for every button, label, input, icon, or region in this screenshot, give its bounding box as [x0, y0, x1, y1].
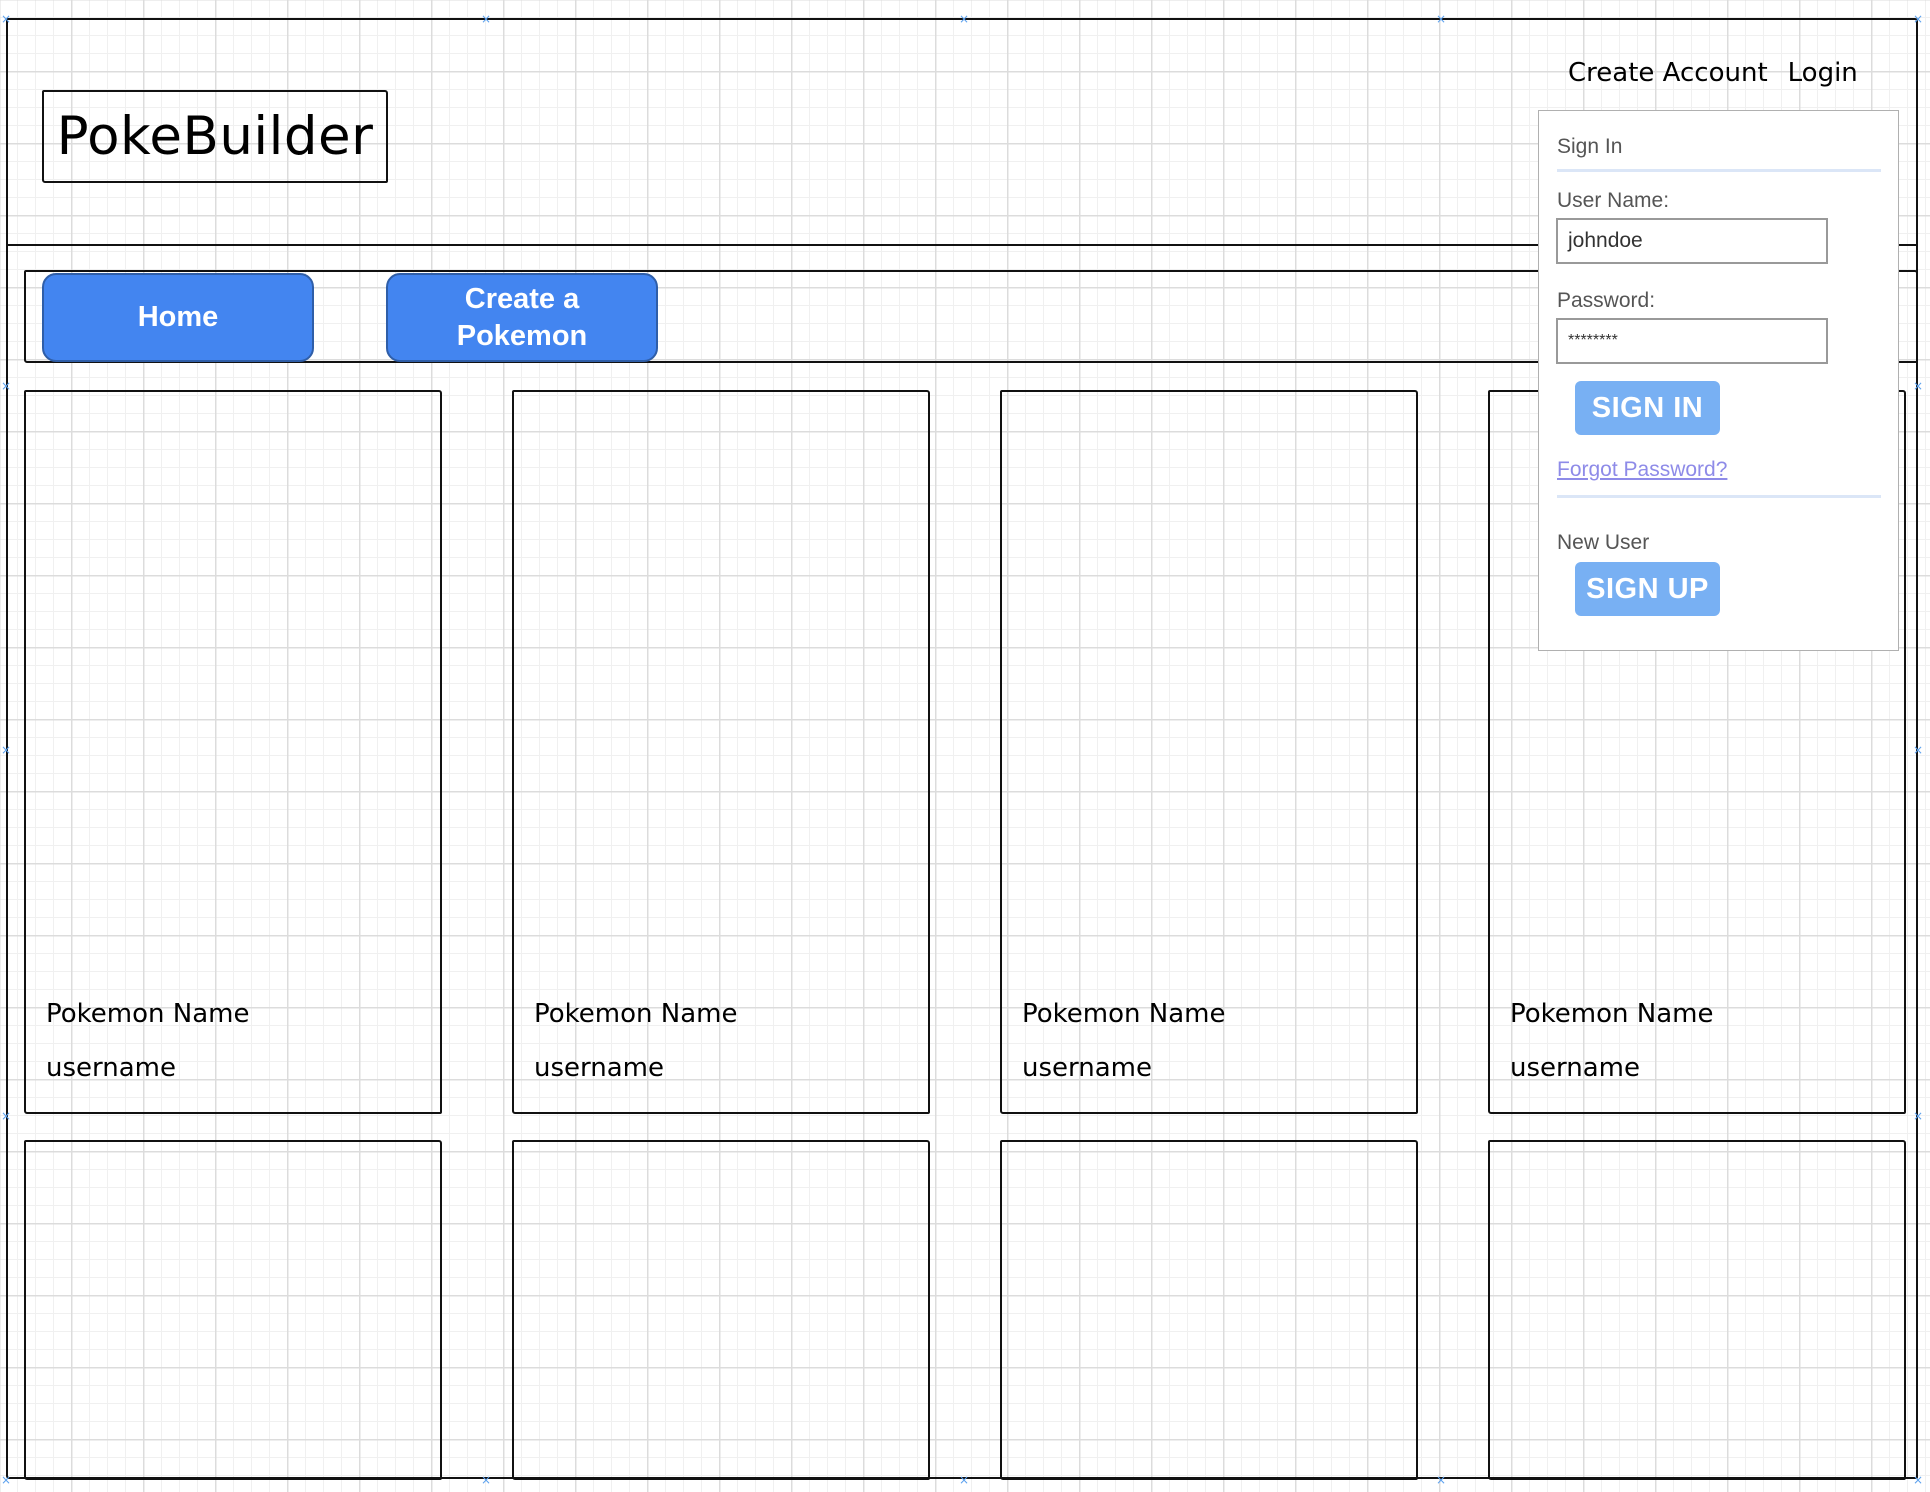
login-link[interactable]: Login	[1788, 58, 1858, 88]
anchor-marker: ×	[1, 1473, 12, 1487]
pokemon-name: Pokemon Name	[1022, 999, 1226, 1029]
pokemon-card[interactable]	[512, 1140, 930, 1480]
anchor-marker: ×	[959, 12, 970, 26]
anchor-marker: ×	[1, 743, 12, 757]
pokemon-card[interactable]	[1000, 1140, 1418, 1480]
sign-in-button-label: SIGN IN	[1591, 391, 1704, 424]
create-account-link[interactable]: Create Account	[1568, 58, 1768, 88]
username-label: User Name:	[1557, 189, 1670, 212]
pokemon-card[interactable]	[1488, 1140, 1906, 1480]
password-value: ********	[1568, 332, 1618, 349]
pokemon-card[interactable]	[24, 1140, 442, 1480]
pokemon-name: Pokemon Name	[1510, 999, 1714, 1029]
anchor-marker: ×	[1913, 379, 1924, 393]
pokemon-username: username	[1510, 1053, 1640, 1083]
password-label: Password:	[1557, 289, 1656, 312]
anchor-marker: ×	[1, 1109, 12, 1123]
logo-box[interactable]: PokeBuilder	[42, 90, 388, 183]
create-pokemon-button[interactable]: Create a Pokemon	[386, 273, 658, 362]
anchor-marker: ×	[1913, 12, 1924, 26]
signin-title: Sign In	[1557, 135, 1623, 158]
logo-text: PokeBuilder	[56, 106, 374, 167]
username-value: johndoe	[1568, 229, 1643, 252]
signin-title-divider	[1557, 169, 1881, 172]
sign-up-button[interactable]: SIGN UP	[1575, 562, 1720, 616]
pokemon-name: Pokemon Name	[46, 999, 250, 1029]
pokemon-name: Pokemon Name	[534, 999, 738, 1029]
sign-in-button[interactable]: SIGN IN	[1575, 381, 1720, 435]
anchor-marker: ×	[1436, 12, 1447, 26]
pokemon-username: username	[534, 1053, 664, 1083]
anchor-marker: ×	[1913, 1109, 1924, 1123]
anchor-marker: ×	[959, 1473, 970, 1487]
signin-panel: Sign In User Name: johndoe Password: ***…	[1538, 110, 1899, 651]
anchor-marker: ×	[1436, 1473, 1447, 1487]
new-user-label: New User	[1557, 531, 1650, 554]
anchor-marker: ×	[481, 12, 492, 26]
forgot-password-link[interactable]: Forgot Password?	[1557, 458, 1727, 482]
anchor-marker: ×	[1913, 1473, 1924, 1487]
home-button[interactable]: Home	[42, 273, 314, 362]
top-links: Create Account Login	[1568, 58, 1878, 88]
pokemon-username: username	[46, 1053, 176, 1083]
anchor-marker: ×	[1, 12, 12, 26]
password-field[interactable]: ********	[1556, 318, 1828, 364]
signin-footer-divider	[1557, 495, 1881, 498]
username-field[interactable]: johndoe	[1556, 218, 1828, 264]
home-button-label: Home	[137, 301, 219, 333]
anchor-marker: ×	[481, 1473, 492, 1487]
pokemon-username: username	[1022, 1053, 1152, 1083]
anchor-marker: ×	[1, 379, 12, 393]
sign-up-button-label: SIGN UP	[1586, 572, 1709, 605]
create-pokemon-button-label: Create a Pokemon	[456, 282, 588, 352]
anchor-marker: ×	[1913, 743, 1924, 757]
